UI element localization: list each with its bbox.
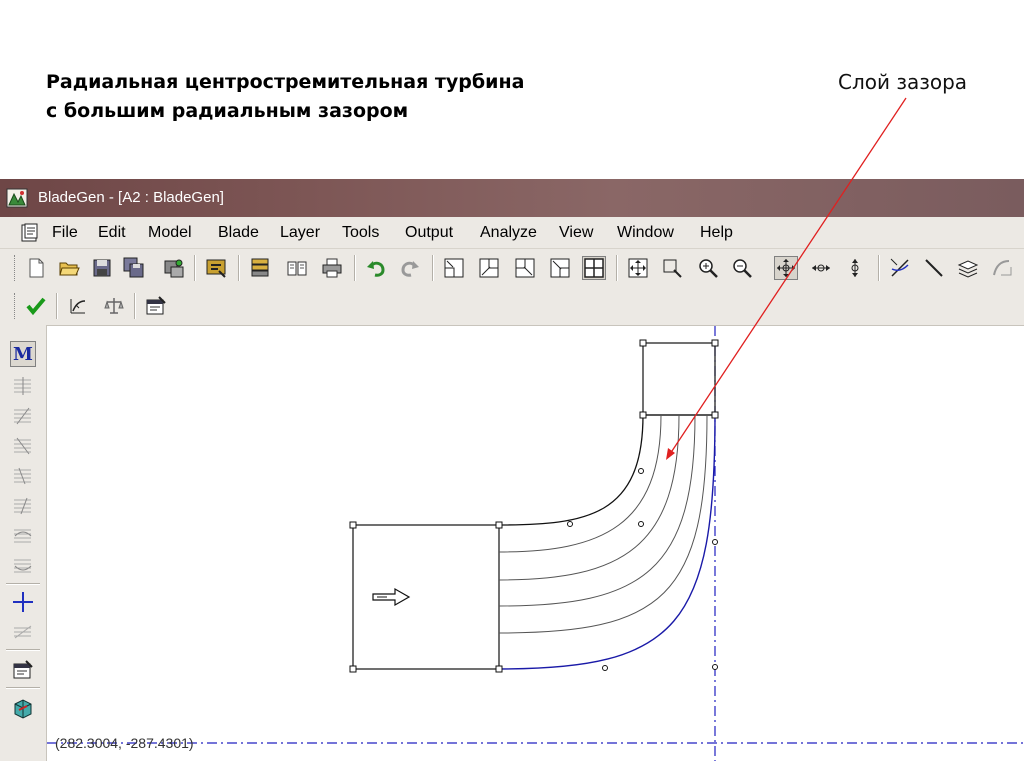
hub-curve[interactable] <box>498 414 716 670</box>
gap-layer-line[interactable] <box>498 414 662 553</box>
layer-8-icon[interactable] <box>10 619 36 645</box>
check-icon[interactable] <box>24 294 48 318</box>
toolbar-separator <box>6 687 40 689</box>
menu-tools[interactable]: Tools <box>342 224 379 242</box>
menu-output[interactable]: Output <box>405 224 453 242</box>
properties-icon[interactable] <box>10 657 36 683</box>
callout-label: Слой зазора <box>838 70 968 94</box>
layer-stack-icon[interactable] <box>956 256 980 280</box>
menu-window[interactable]: Window <box>617 224 674 242</box>
slide-title-line-1: Радиальная центростремительная турбина <box>46 71 525 93</box>
window-title: BladeGen - [A2 : BladeGen] <box>38 189 224 206</box>
intersect-icon[interactable] <box>888 256 912 280</box>
toolbar-separator <box>616 255 618 281</box>
main-toolbar <box>0 249 1024 287</box>
menu-view[interactable]: View <box>559 224 593 242</box>
3d-view-icon[interactable] <box>10 695 36 721</box>
undo-icon[interactable] <box>364 256 388 280</box>
toolbar-grip[interactable] <box>14 255 18 281</box>
toolbar-separator <box>878 255 880 281</box>
zoom-box-icon[interactable] <box>660 256 684 280</box>
layer-4-icon[interactable] <box>10 463 36 489</box>
axis-cross-icon[interactable] <box>10 589 36 615</box>
view-top-right-icon[interactable] <box>477 256 501 280</box>
import-icon[interactable] <box>204 256 228 280</box>
zoom-out-icon[interactable] <box>730 256 754 280</box>
layers-icon[interactable] <box>248 256 272 280</box>
book-icon[interactable] <box>285 256 309 280</box>
cursor-coordinates: (282.3004, -287.4301) <box>55 735 194 751</box>
menu-analyze[interactable]: Analyze <box>480 224 537 242</box>
toolbar-separator <box>56 293 58 319</box>
new-file-icon[interactable] <box>24 256 48 280</box>
toolbar-separator <box>6 583 40 585</box>
layer-line[interactable] <box>498 414 696 607</box>
bladegen-app-icon <box>6 188 28 208</box>
zoom-in-icon[interactable] <box>696 256 720 280</box>
view-bottom-left-icon[interactable] <box>442 256 466 280</box>
menu-layer[interactable]: Layer <box>280 224 320 242</box>
balance-icon[interactable] <box>102 294 126 318</box>
view-bottom-right-icon[interactable] <box>548 256 572 280</box>
menu-help[interactable]: Help <box>700 224 733 242</box>
save-icon[interactable] <box>90 256 114 280</box>
document-icon[interactable] <box>19 223 41 243</box>
secondary-toolbar <box>0 287 1024 326</box>
drawing-canvas[interactable] <box>47 326 1024 761</box>
toolbar-separator <box>6 649 40 651</box>
left-toolbar: M <box>0 325 47 761</box>
redo-icon[interactable] <box>398 256 422 280</box>
toolbar-grip[interactable] <box>14 293 18 319</box>
slide-title: Радиальная центростремительная турбина с… <box>46 68 524 126</box>
layer-6-icon[interactable] <box>10 523 36 549</box>
properties-icon[interactable] <box>144 294 168 318</box>
menu-edit[interactable]: Edit <box>98 224 126 242</box>
pan-vertical-icon[interactable] <box>843 256 867 280</box>
layer-5-icon[interactable] <box>10 493 36 519</box>
toolbar-separator <box>238 255 240 281</box>
toolbar-separator <box>194 255 196 281</box>
layer-line[interactable] <box>498 414 680 581</box>
menu-bar: File Edit Model Blade Layer Tools Output… <box>0 217 1024 249</box>
slide-title-line-2: с большим радиальным зазором <box>46 100 409 122</box>
layer-2-icon[interactable] <box>10 403 36 429</box>
view-four-panes-icon[interactable] <box>582 256 606 280</box>
toolbar-separator <box>354 255 356 281</box>
open-folder-icon[interactable] <box>57 256 81 280</box>
fit-all-icon[interactable] <box>626 256 650 280</box>
menu-file[interactable]: File <box>52 224 78 242</box>
toolbar-separator <box>134 293 136 319</box>
toolbar-separator <box>432 255 434 281</box>
menu-model[interactable]: Model <box>148 224 192 242</box>
line-icon[interactable] <box>922 256 946 280</box>
layer-7-icon[interactable] <box>10 553 36 579</box>
mode-label: M <box>13 343 33 365</box>
bladegen-window: BladeGen - [A2 : BladeGen] File Edit Mod… <box>0 179 1024 761</box>
layer-1-icon[interactable] <box>10 373 36 399</box>
view-top-left-icon[interactable] <box>513 256 537 280</box>
shroud-curve[interactable] <box>498 414 644 526</box>
blade-profile-icon[interactable] <box>990 256 1014 280</box>
meridional-mode-icon[interactable]: M <box>10 341 36 367</box>
pan-icon[interactable] <box>774 256 798 280</box>
menu-blade[interactable]: Blade <box>218 224 259 242</box>
save-all-icon[interactable] <box>122 256 146 280</box>
print-setup-icon[interactable] <box>162 256 186 280</box>
pan-horizontal-icon[interactable] <box>809 256 833 280</box>
outlet-region-box[interactable] <box>642 342 716 416</box>
control-points[interactable] <box>349 339 719 673</box>
meridional-view[interactable] <box>47 326 1024 761</box>
layer-3-icon[interactable] <box>10 433 36 459</box>
window-titlebar[interactable]: BladeGen - [A2 : BladeGen] <box>0 179 1024 217</box>
print-icon[interactable] <box>320 256 344 280</box>
blade-angle-icon[interactable] <box>66 294 90 318</box>
